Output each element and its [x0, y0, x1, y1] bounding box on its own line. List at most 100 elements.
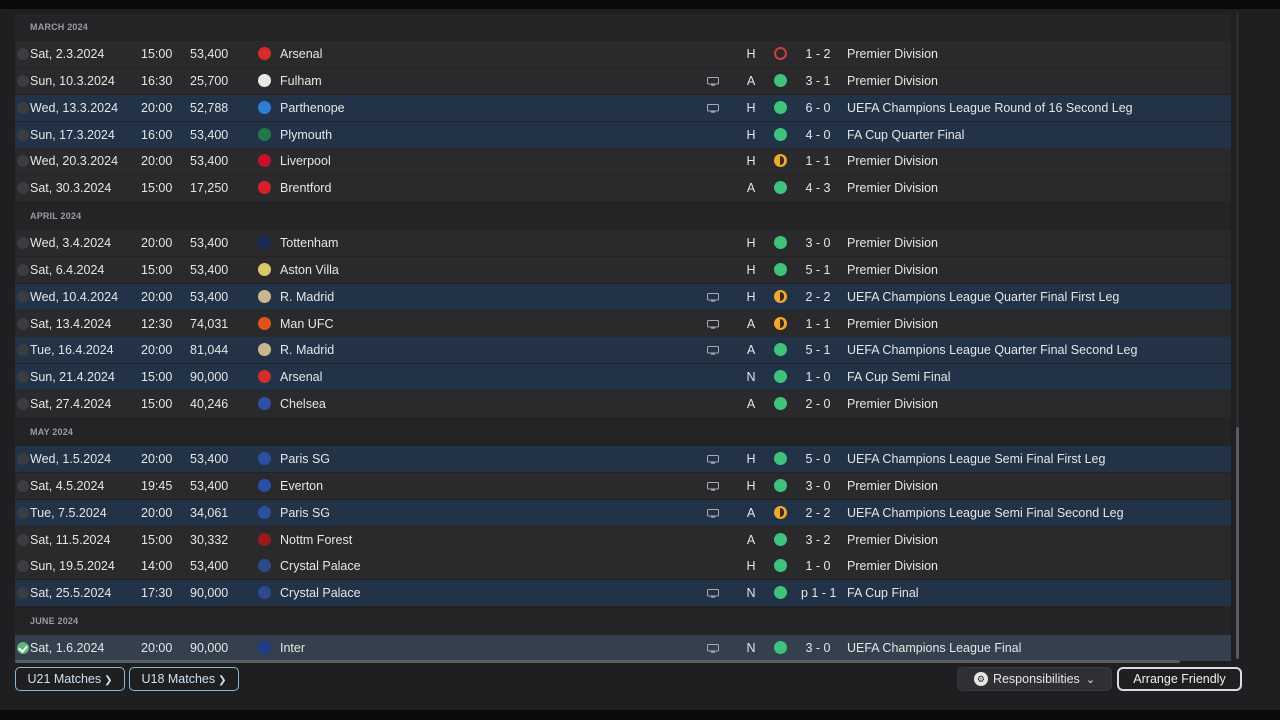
fixture-row[interactable]: Sat, 30.3.2024 15:00 17,250 Brentford A 4 - 3…	[15, 175, 1231, 202]
match-score[interactable]: 5 - 0	[801, 446, 835, 472]
fixture-row[interactable]: Wed, 20.3.2024 20:00 53,400 Liverpool H 1 - 1…	[15, 148, 1231, 175]
opponent-team-link[interactable]: Chelsea	[280, 391, 326, 417]
opponent-team-link[interactable]: Parthenope	[280, 95, 345, 121]
opponent-team-link[interactable]: Paris SG	[280, 446, 330, 472]
row-select-checkbox[interactable]	[17, 290, 29, 303]
horizontal-scrollbar[interactable]	[15, 660, 1180, 663]
opponent-team-link[interactable]: Aston Villa	[280, 257, 339, 283]
opponent-team-link[interactable]: Fulham	[280, 68, 322, 94]
row-select-checkbox[interactable]	[17, 74, 29, 87]
row-select-checkbox[interactable]	[17, 101, 29, 114]
competition-link[interactable]: Premier Division	[847, 473, 938, 499]
opponent-team-link[interactable]: R. Madrid	[280, 337, 334, 363]
competition-link[interactable]: FA Cup Semi Final	[847, 364, 951, 390]
opponent-team-link[interactable]: Paris SG	[280, 500, 330, 526]
row-select-checkbox[interactable]	[17, 182, 29, 195]
fixture-row[interactable]: Sat, 2.3.2024 15:00 53,400 Arsenal H 1 - 2 Pre…	[15, 41, 1231, 67]
row-select-checkbox[interactable]	[17, 317, 29, 330]
competition-link[interactable]: Premier Division	[847, 41, 938, 67]
fixture-row[interactable]: Sun, 21.4.2024 15:00 90,000 Arsenal N 1 - 0 FA…	[15, 364, 1231, 391]
fixture-row[interactable]: Wed, 3.4.2024 20:00 53,400 Tottenham H 3 - 0 P…	[15, 230, 1231, 257]
row-select-checkbox[interactable]	[17, 642, 29, 655]
competition-link[interactable]: Premier Division	[847, 391, 938, 417]
match-score[interactable]: 1 - 0	[801, 364, 835, 390]
fixture-row[interactable]: Wed, 10.4.2024 20:00 53,400 R. Madrid H 2 - 2…	[15, 283, 1231, 310]
opponent-team-link[interactable]: R. Madrid	[280, 284, 334, 310]
match-score[interactable]: 3 - 2	[801, 527, 835, 553]
fixture-row[interactable]: Sat, 4.5.2024 19:45 53,400 Everton H 3 - 0 Pre…	[15, 472, 1231, 499]
row-select-checkbox[interactable]	[17, 533, 29, 546]
opponent-team-link[interactable]: Liverpool	[280, 148, 331, 174]
row-select-checkbox[interactable]	[17, 371, 29, 384]
fixture-row[interactable]: Tue, 7.5.2024 20:00 34,061 Paris SG A 2 - 2 UE…	[15, 499, 1231, 526]
row-select-checkbox[interactable]	[17, 263, 29, 276]
competition-link[interactable]: Premier Division	[847, 553, 938, 579]
opponent-team-link[interactable]: Nottm Forest	[280, 527, 352, 553]
fixture-row[interactable]: Sun, 17.3.2024 16:00 53,400 Plymouth H 4 - 0 F…	[15, 121, 1231, 148]
competition-link[interactable]: Premier Division	[847, 148, 938, 174]
fixture-row[interactable]: Sat, 27.4.2024 15:00 40,246 Chelsea A 2 - 0 Pr…	[15, 391, 1231, 418]
opponent-team-link[interactable]: Arsenal	[280, 364, 322, 390]
competition-link[interactable]: Premier Division	[847, 175, 938, 201]
opponent-team-link[interactable]: Plymouth	[280, 122, 332, 148]
match-score[interactable]: 2 - 2	[801, 500, 835, 526]
competition-link[interactable]: FA Cup Final	[847, 580, 919, 606]
competition-link[interactable]: Premier Division	[847, 311, 938, 337]
row-select-checkbox[interactable]	[17, 128, 29, 141]
competition-link[interactable]: UEFA Champions League Semi Final Second …	[847, 500, 1124, 526]
row-select-checkbox[interactable]	[17, 587, 29, 600]
u21-matches-button[interactable]: U21 Matches ❯	[15, 667, 125, 691]
row-select-checkbox[interactable]	[17, 452, 29, 465]
opponent-team-link[interactable]: Crystal Palace	[280, 580, 361, 606]
competition-link[interactable]: Premier Division	[847, 527, 938, 553]
row-select-checkbox[interactable]	[17, 155, 29, 168]
row-select-checkbox[interactable]	[17, 479, 29, 492]
row-select-checkbox[interactable]	[17, 398, 29, 411]
arrange-friendly-button[interactable]: Arrange Friendly	[1117, 667, 1242, 691]
fixture-row[interactable]: Sat, 13.4.2024 12:30 74,031 Man UFC A 1 - 1 Pr…	[15, 310, 1231, 337]
competition-link[interactable]: UEFA Champions League Quarter Final Firs…	[847, 284, 1119, 310]
match-score[interactable]: 1 - 0	[801, 553, 835, 579]
match-score[interactable]: 5 - 1	[801, 257, 835, 283]
match-score[interactable]: 4 - 0	[801, 122, 835, 148]
match-score[interactable]: 2 - 2	[801, 284, 835, 310]
fixture-row[interactable]: Sat, 1.6.2024 20:00 90,000 Inter N 3 - 0 UEFA …	[15, 635, 1231, 662]
fixture-row[interactable]: Sat, 25.5.2024 17:30 90,000 Crystal Palace N…	[15, 580, 1231, 607]
competition-link[interactable]: Premier Division	[847, 68, 938, 94]
competition-link[interactable]: UEFA Champions League Final	[847, 635, 1021, 661]
match-score[interactable]: 1 - 2	[801, 41, 835, 67]
fixture-row[interactable]: Wed, 13.3.2024 20:00 52,788 Parthenope H 6 - …	[15, 94, 1231, 121]
fixture-row[interactable]: Sun, 19.5.2024 14:00 53,400 Crystal Palace H…	[15, 553, 1231, 580]
opponent-team-link[interactable]: Inter	[280, 635, 305, 661]
opponent-team-link[interactable]: Man UFC	[280, 311, 333, 337]
match-score[interactable]: 6 - 0	[801, 95, 835, 121]
vertical-scrollbar-thumb[interactable]	[1236, 427, 1239, 659]
fixture-row[interactable]: Sat, 6.4.2024 15:00 53,400 Aston Villa H 5 - …	[15, 256, 1231, 283]
competition-link[interactable]: FA Cup Quarter Final	[847, 122, 964, 148]
match-score[interactable]: 3 - 1	[801, 68, 835, 94]
opponent-team-link[interactable]: Brentford	[280, 175, 331, 201]
competition-link[interactable]: Premier Division	[847, 230, 938, 256]
opponent-team-link[interactable]: Crystal Palace	[280, 553, 361, 579]
opponent-team-link[interactable]: Arsenal	[280, 41, 322, 67]
match-score[interactable]: 3 - 0	[801, 230, 835, 256]
opponent-team-link[interactable]: Tottenham	[280, 230, 338, 256]
match-score[interactable]: 1 - 1	[801, 148, 835, 174]
responsibilities-button[interactable]: ⚙ Responsibilities ⌄	[957, 667, 1112, 691]
match-score[interactable]: 4 - 3	[801, 175, 835, 201]
match-score[interactable]: 2 - 0	[801, 391, 835, 417]
match-score[interactable]: 1 - 1	[801, 311, 835, 337]
fixture-row[interactable]: Wed, 1.5.2024 20:00 53,400 Paris SG H 5 - 0 UE…	[15, 445, 1231, 472]
row-select-checkbox[interactable]	[17, 48, 29, 60]
row-select-checkbox[interactable]	[17, 506, 29, 519]
fixture-row[interactable]: Tue, 16.4.2024 20:00 81,044 R. Madrid A 5 - 1…	[15, 337, 1231, 364]
fixture-row[interactable]: Sat, 11.5.2024 15:00 30,332 Nottm Forest A 3 …	[15, 526, 1231, 553]
match-score[interactable]: 3 - 0	[801, 473, 835, 499]
row-select-checkbox[interactable]	[17, 344, 29, 357]
competition-link[interactable]: UEFA Champions League Round of 16 Second…	[847, 95, 1133, 121]
match-score[interactable]: 3 - 0	[801, 635, 835, 661]
match-score[interactable]: 5 - 1	[801, 337, 835, 363]
match-score[interactable]: p 1 - 1	[801, 580, 836, 606]
competition-link[interactable]: UEFA Champions League Quarter Final Seco…	[847, 337, 1137, 363]
competition-link[interactable]: UEFA Champions League Semi Final First L…	[847, 446, 1105, 472]
